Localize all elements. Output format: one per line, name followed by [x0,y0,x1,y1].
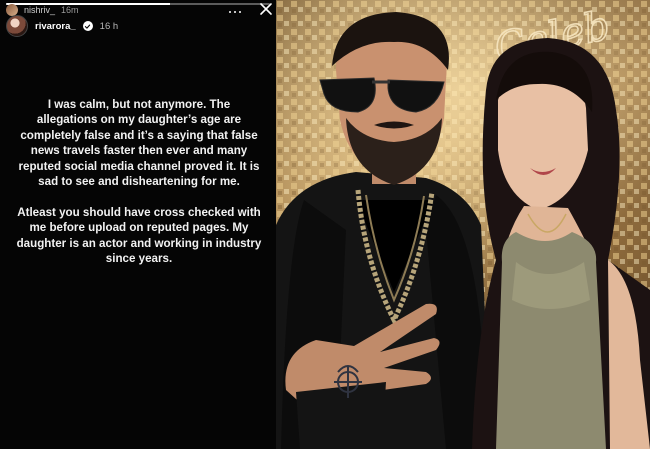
story-paragraph-2: Atleast you should have cross checked wi… [16,205,262,266]
close-icon[interactable] [258,1,274,17]
story-username[interactable]: rivarora_ [35,21,76,32]
avatar[interactable] [6,15,28,37]
story-paragraph-1: I was calm, but not anymore. The allegat… [18,98,260,189]
story-header: rivarora_ 16 h [6,14,118,38]
photo-illustration: Celeb [276,0,650,449]
story-time: 16 h [99,20,119,32]
photo: Celeb [276,0,650,449]
story-text: I was calm, but not anymore. The allegat… [16,97,262,266]
more-options-icon[interactable] [229,8,241,16]
story-panel: nishriv_ 16m rivarora_ 16 h I was calm, … [0,0,276,449]
verified-badge-icon [82,21,93,31]
